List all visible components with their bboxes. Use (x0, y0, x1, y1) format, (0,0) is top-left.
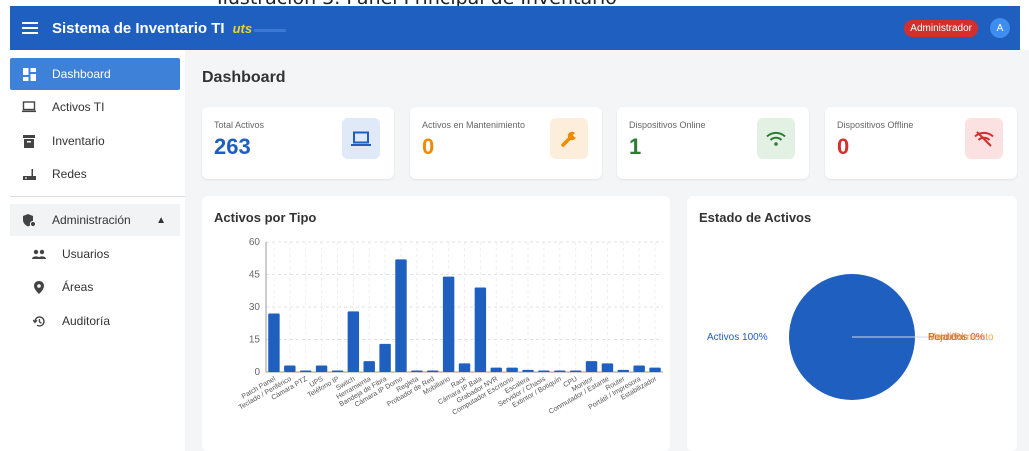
bar (268, 313, 280, 372)
card-label: Activos en Mantenimiento (422, 120, 526, 130)
bar (522, 369, 534, 372)
card-value: 1 (629, 134, 642, 159)
inventory-icon (22, 134, 36, 148)
laptop-icon (342, 118, 380, 159)
bar (474, 287, 487, 372)
card-offline: Dispositivos Offline 0 (825, 107, 1017, 179)
main-content: Dashboard Total Activos 263 Activos en M… (185, 50, 1029, 451)
y-tick-label: 15 (249, 335, 261, 346)
sidebar-item-label: Usuarios (62, 247, 110, 261)
bar (379, 343, 391, 372)
bar-chart-panel: Activos por Tipo 0 15 30 45 60 Patch Panel Tec… (202, 196, 670, 451)
sidebar-item-auditoria[interactable]: Auditoría (10, 305, 180, 337)
bar (315, 365, 328, 372)
bar (331, 370, 344, 372)
bar (601, 363, 614, 372)
history-icon (32, 314, 46, 328)
bar (299, 370, 312, 372)
card-label: Dispositivos Online (629, 120, 706, 130)
wifi-off-icon (965, 118, 1003, 159)
pie-label: Baja 0% (928, 332, 965, 343)
app-title: Sistema de Inventario TI (52, 19, 225, 37)
card-value: 0 (422, 134, 435, 159)
bar (569, 370, 582, 372)
sidebar-item-dashboard[interactable]: Dashboard (10, 58, 180, 90)
y-tick-label: 30 (249, 302, 261, 313)
bar (585, 361, 598, 372)
wrench-icon (550, 118, 588, 159)
bar (427, 370, 439, 372)
pie-chart-panel: Estado de Activos Activos 100% Mantenimie… (687, 196, 1017, 451)
bar (538, 370, 550, 372)
sidebar-item-label: Activos TI (52, 100, 105, 114)
bar (458, 363, 471, 372)
y-tick-label: 45 (249, 270, 261, 281)
pie-label: Activos 100% (707, 332, 768, 343)
avatar[interactable]: A (990, 18, 1010, 38)
role-badge: Administrador (904, 19, 978, 37)
chevron-up-icon[interactable]: ▲ (156, 215, 166, 226)
menu-icon[interactable] (22, 22, 38, 34)
bar-chart: 015304560Patch PanelTeclado / Periférico… (238, 237, 663, 417)
pie-chart: Activos 100% MantenimientoPerdidos 0%Baja… (707, 274, 994, 400)
bar (395, 259, 407, 372)
admin-icon (22, 213, 36, 227)
sidebar-item-label: Dashboard (52, 67, 111, 81)
bar (617, 369, 630, 372)
bar (363, 361, 375, 372)
sidebar-item-label: Áreas (62, 280, 94, 294)
sidebar-item-activos[interactable]: Activos TI (10, 91, 180, 123)
sidebar-item-label: Redes (52, 167, 87, 181)
card-label: Dispositivos Offline (837, 120, 914, 130)
wifi-icon (757, 118, 795, 159)
bar (649, 367, 661, 372)
uts-logo: uts (232, 20, 253, 36)
bar (442, 276, 455, 372)
sidebar-divider (10, 196, 185, 197)
logo-bar (254, 28, 287, 32)
sidebar-item-usuarios[interactable]: Usuarios (10, 238, 180, 270)
card-value: 263 (214, 134, 251, 159)
router-icon (22, 167, 36, 181)
laptop-icon (22, 100, 36, 114)
bar (506, 367, 518, 372)
sidebar-item-areas[interactable]: Áreas (10, 271, 180, 303)
location-icon (32, 280, 46, 294)
y-tick-label: 60 (249, 237, 261, 248)
card-value: 0 (837, 134, 850, 159)
bar (411, 370, 423, 372)
sidebar-item-inventario[interactable]: Inventario (10, 125, 180, 157)
card-label: Total Activos (214, 120, 265, 130)
sidebar-item-redes[interactable]: Redes (10, 158, 180, 190)
y-tick-label: 0 (254, 367, 260, 378)
bar (554, 370, 566, 372)
sidebar-item-label: Auditoría (62, 314, 111, 328)
sidebar: Dashboard Activos TI Inventario Redes Ad… (10, 50, 185, 451)
sidebar-item-label: Inventario (52, 134, 105, 148)
app-bar: Sistema de Inventario TI uts Administrad… (10, 6, 1020, 50)
dashboard-icon (22, 67, 36, 81)
users-icon (32, 247, 46, 261)
sidebar-item-administracion[interactable]: Administración ▲ (10, 204, 180, 236)
card-mantenimiento: Activos en Mantenimiento 0 (410, 107, 602, 179)
bar (490, 367, 502, 372)
page-title: Dashboard (202, 69, 286, 86)
bar (633, 365, 645, 372)
bar (347, 311, 360, 372)
bar (284, 365, 296, 372)
card-online: Dispositivos Online 1 (617, 107, 809, 179)
card-total-activos: Total Activos 263 (202, 107, 394, 179)
sidebar-item-label: Administración (52, 213, 131, 227)
